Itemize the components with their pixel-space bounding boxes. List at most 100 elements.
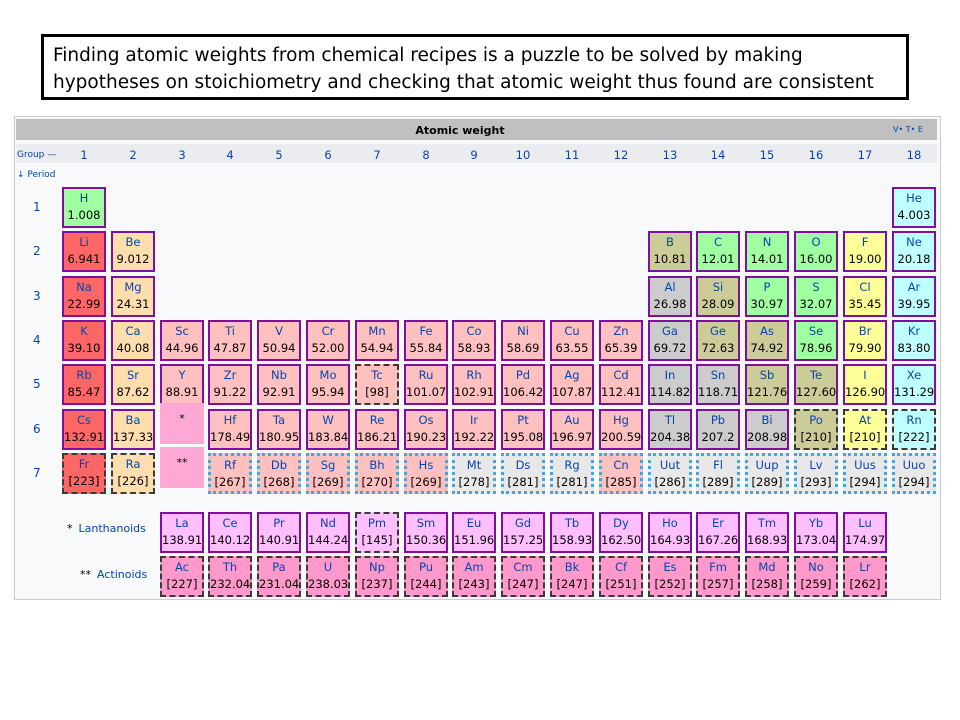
- element-lv[interactable]: Lv [293]: [794, 453, 838, 494]
- element-symbol[interactable]: B: [650, 236, 690, 249]
- element-h[interactable]: H 1.008: [62, 187, 106, 228]
- element-symbol[interactable]: Ds: [504, 459, 542, 472]
- period-number-1[interactable]: 1: [33, 200, 41, 214]
- element-symbol[interactable]: Fe: [406, 325, 446, 338]
- group-number-3[interactable]: 3: [158, 148, 206, 162]
- element-gd[interactable]: Gd 157.25: [501, 512, 545, 553]
- element-i[interactable]: I 126.90: [843, 364, 887, 405]
- element-symbol[interactable]: As: [747, 325, 787, 338]
- element-as[interactable]: As 74.92: [745, 320, 789, 361]
- element-y[interactable]: Y 88.91: [160, 364, 204, 405]
- element-uus[interactable]: Uus [294]: [843, 453, 887, 494]
- element-pb[interactable]: Pb 207.2: [696, 409, 740, 450]
- element-np[interactable]: Np [237]: [355, 556, 399, 597]
- element-tl[interactable]: Tl 204.38: [648, 409, 692, 450]
- element-nd[interactable]: Nd 144.24: [306, 512, 350, 553]
- element-b[interactable]: B 10.81: [648, 231, 692, 272]
- lanthanoids-series-label[interactable]: * Lanthanoids: [67, 522, 146, 535]
- element-symbol[interactable]: Mn: [357, 325, 397, 338]
- element-ti[interactable]: Ti 47.87: [208, 320, 252, 361]
- element-uuo[interactable]: Uuo [294]: [892, 453, 936, 494]
- element-br[interactable]: Br 79.90: [843, 320, 887, 361]
- group-number-15[interactable]: 15: [743, 148, 791, 162]
- element-ar[interactable]: Ar 39.95: [892, 276, 936, 317]
- element-hs[interactable]: Hs [269]: [404, 453, 448, 494]
- element-symbol[interactable]: Cn: [602, 459, 640, 472]
- element-symbol[interactable]: Np: [357, 561, 397, 574]
- element-symbol[interactable]: H: [64, 192, 104, 205]
- element-symbol[interactable]: Li: [64, 236, 104, 249]
- element-symbol[interactable]: Tc: [357, 369, 397, 382]
- element-uut[interactable]: Uut [286]: [648, 453, 692, 494]
- period-number-5[interactable]: 5: [33, 377, 41, 391]
- element-symbol[interactable]: Ra: [113, 458, 153, 471]
- element-mt[interactable]: Mt [278]: [452, 453, 496, 494]
- element-sc[interactable]: Sc 44.96: [160, 320, 204, 361]
- period-number-2[interactable]: 2: [33, 244, 41, 258]
- element-ce[interactable]: Ce 140.12: [208, 512, 252, 553]
- element-symbol[interactable]: Fm: [698, 561, 738, 574]
- element-ra[interactable]: Ra [226]: [111, 453, 155, 494]
- actinoids-series-label[interactable]: ** Actinoids: [80, 568, 147, 581]
- element-db[interactable]: Db [268]: [257, 453, 301, 494]
- element-symbol[interactable]: Po: [796, 414, 836, 427]
- element-lu[interactable]: Lu 174.97: [843, 512, 887, 553]
- element-mo[interactable]: Mo 95.94: [306, 364, 350, 405]
- element-symbol[interactable]: Es: [650, 561, 690, 574]
- element-ds[interactable]: Ds [281]: [501, 453, 545, 494]
- element-xe[interactable]: Xe 131.29: [892, 364, 936, 405]
- element-be[interactable]: Be 9.012: [111, 231, 155, 272]
- element-ga[interactable]: Ga 69.72: [648, 320, 692, 361]
- period-number-3[interactable]: 3: [33, 289, 41, 303]
- period-number-7[interactable]: 7: [33, 466, 41, 480]
- element-os[interactable]: Os 190.23: [404, 409, 448, 450]
- element-hf[interactable]: Hf 178.49: [208, 409, 252, 450]
- element-symbol[interactable]: Ta: [259, 414, 299, 427]
- element-mn[interactable]: Mn 54.94: [355, 320, 399, 361]
- element-pm[interactable]: Pm [145]: [355, 512, 399, 553]
- element-symbol[interactable]: Te: [796, 369, 836, 382]
- element-w[interactable]: W 183.84: [306, 409, 350, 450]
- element-symbol[interactable]: Rh: [454, 369, 494, 382]
- element-symbol[interactable]: Cs: [64, 414, 104, 427]
- element-zn[interactable]: Zn 65.39: [599, 320, 643, 361]
- element-bk[interactable]: Bk [247]: [550, 556, 594, 597]
- element-symbol[interactable]: Ir: [454, 414, 494, 427]
- group-number-8[interactable]: 8: [402, 148, 450, 162]
- group-number-6[interactable]: 6: [304, 148, 352, 162]
- element-bh[interactable]: Bh [270]: [355, 453, 399, 494]
- element-ir[interactable]: Ir 192.22: [452, 409, 496, 450]
- element-symbol[interactable]: Zr: [210, 369, 250, 382]
- element-sb[interactable]: Sb 121.76: [745, 364, 789, 405]
- element-li[interactable]: Li 6.941: [62, 231, 106, 272]
- element-no[interactable]: No [259]: [794, 556, 838, 597]
- group-number-14[interactable]: 14: [694, 148, 742, 162]
- element-cu[interactable]: Cu 63.55: [550, 320, 594, 361]
- element-symbol[interactable]: F: [845, 236, 885, 249]
- element-at[interactable]: At [210]: [843, 409, 887, 450]
- element-symbol[interactable]: Cf: [601, 561, 641, 574]
- group-number-17[interactable]: 17: [841, 148, 889, 162]
- element-symbol[interactable]: Br: [845, 325, 885, 338]
- element-zr[interactable]: Zr 91.22: [208, 364, 252, 405]
- element-symbol[interactable]: Ag: [552, 369, 592, 382]
- element-te[interactable]: Te 127.60: [794, 364, 838, 405]
- element-symbol[interactable]: Al: [650, 281, 690, 294]
- element-symbol[interactable]: Pr: [259, 517, 299, 530]
- element-symbol[interactable]: U: [308, 561, 348, 574]
- element-symbol[interactable]: Ba: [113, 414, 153, 427]
- element-symbol[interactable]: Tb: [552, 517, 592, 530]
- element-ta[interactable]: Ta 180.95: [257, 409, 301, 450]
- group-number-7[interactable]: 7: [353, 148, 401, 162]
- element-am[interactable]: Am [243]: [452, 556, 496, 597]
- element-mg[interactable]: Mg 24.31: [111, 276, 155, 317]
- element-symbol[interactable]: Cd: [601, 369, 641, 382]
- element-dy[interactable]: Dy 162.50: [599, 512, 643, 553]
- element-symbol[interactable]: Nd: [308, 517, 348, 530]
- element-symbol[interactable]: Au: [552, 414, 592, 427]
- element-symbol[interactable]: Sr: [113, 369, 153, 382]
- element-n[interactable]: N 14.01: [745, 231, 789, 272]
- element-ca[interactable]: Ca 40.08: [111, 320, 155, 361]
- element-symbol[interactable]: Se: [796, 325, 836, 338]
- element-f[interactable]: F 19.00: [843, 231, 887, 272]
